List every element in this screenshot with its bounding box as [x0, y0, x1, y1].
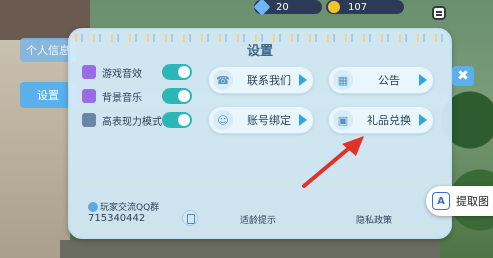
hq-mode-toggle[interactable]	[162, 112, 192, 128]
button-label: 公告	[378, 74, 400, 87]
coin-count: 107	[348, 1, 368, 13]
currency-hud: 20 107	[253, 0, 404, 16]
sfx-toggle[interactable]	[162, 64, 192, 80]
settings-panel: 设置 游戏音效 背景音乐 高表现力模式 ☎ 联系我们 ▦ 公告 ☺ 账号绑定 ▣…	[68, 28, 452, 239]
gem-counter[interactable]: 20	[253, 0, 322, 16]
red-arrow-annotation	[302, 136, 364, 188]
toggle-row-sfx: 游戏音效	[82, 62, 192, 82]
contact-us-button[interactable]: ☎ 联系我们	[208, 66, 314, 94]
qq-group-number: 715340442	[88, 213, 146, 224]
coin-icon	[328, 1, 340, 13]
button-label: 礼品兑换	[367, 114, 411, 127]
coin-counter[interactable]: 107	[326, 0, 404, 14]
chevron-right-icon	[419, 74, 427, 86]
chevron-right-icon	[299, 74, 307, 86]
panel-title: 设置	[246, 44, 273, 59]
headset-icon: ☎	[213, 70, 233, 90]
copy-button[interactable]	[182, 210, 198, 226]
privacy-policy-link[interactable]: 隐私政策	[334, 211, 414, 227]
chevron-right-icon	[419, 114, 427, 126]
toggle-row-bgm: 背景音乐	[82, 86, 192, 106]
ground-strip	[60, 240, 440, 258]
button-label: 账号绑定	[247, 114, 291, 127]
robot-icon[interactable]	[432, 6, 446, 20]
gift-redeem-button[interactable]: ▣ 礼品兑换	[328, 106, 434, 134]
age-tips-link[interactable]: 适龄提示	[218, 211, 298, 227]
music-icon	[82, 89, 96, 103]
extract-label: 提取图	[456, 195, 489, 208]
bulletin-icon: ▦	[333, 70, 353, 90]
button-label: 联系我们	[247, 74, 291, 87]
gauge-icon	[82, 113, 96, 127]
qq-group-label: 玩家交流QQ群	[100, 203, 160, 213]
chevron-right-icon	[299, 114, 307, 126]
text-scan-icon: A	[432, 192, 450, 210]
gem-icon	[253, 0, 271, 16]
toggle-row-hq: 高表现力模式	[82, 110, 192, 130]
extract-text-button[interactable]: A 提取图	[426, 186, 493, 216]
bgm-toggle[interactable]	[162, 88, 192, 104]
close-button[interactable]: ✖	[452, 66, 474, 86]
music-note-icon	[82, 65, 96, 79]
account-icon: ☺	[213, 110, 233, 130]
announcement-button[interactable]: ▦ 公告	[328, 66, 434, 94]
gem-count: 20	[276, 1, 289, 13]
gift-icon: ▣	[333, 110, 353, 130]
account-binding-button[interactable]: ☺ 账号绑定	[208, 106, 314, 134]
qq-icon	[88, 202, 98, 212]
